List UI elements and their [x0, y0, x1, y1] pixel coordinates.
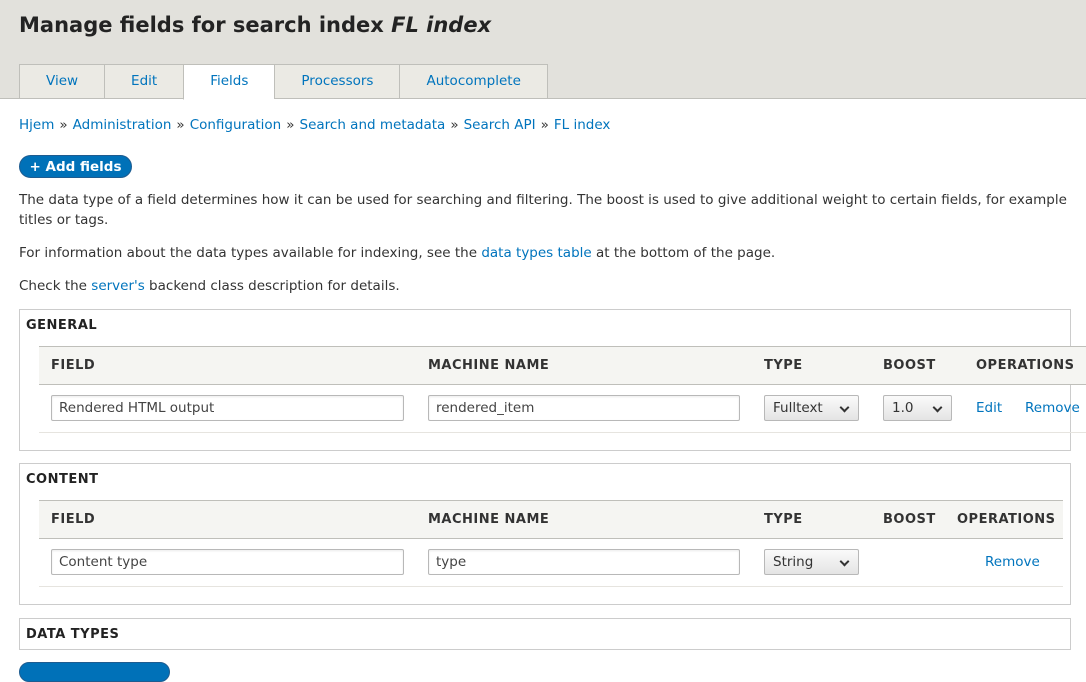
data-types-table-link[interactable]: data types table	[481, 245, 591, 261]
content-table-header: FIELD MACHINE NAME TYPE BOOST OPERATIONS	[39, 500, 1063, 539]
description-data-types-info: For information about the data types ava…	[19, 243, 775, 263]
breadcrumb-separator: »	[59, 117, 68, 133]
general-fieldset: GENERAL FIELD MACHINE NAME TYPE BOOST OP…	[19, 309, 1086, 451]
page-title-index-name: FL index	[391, 13, 492, 37]
tab-processors[interactable]: Processors	[274, 64, 400, 99]
page-title-prefix: Manage fields for search index	[19, 13, 392, 37]
primary-tabs: View Edit Fields Processors Autocomplete	[19, 64, 548, 100]
breadcrumb: Hjem» Administration» Configuration» Search…	[19, 117, 610, 133]
description-server-info: Check the server's backend class descrip…	[19, 276, 400, 296]
column-header-field: FIELD	[51, 512, 96, 527]
breadcrumb-link-search-and-metadata[interactable]: Search and metadata	[300, 117, 446, 133]
description-text: For information about the data types ava…	[19, 245, 482, 261]
data-types-legend: DATA TYPES	[26, 627, 120, 642]
breadcrumb-link-hjem[interactable]: Hjem	[19, 117, 54, 133]
chevron-down-icon	[932, 402, 943, 413]
page-header: Manage fields for search index FL index …	[0, 0, 1086, 100]
data-types-fieldset[interactable]: DATA TYPES	[19, 618, 1071, 650]
column-header-field: FIELD	[51, 358, 96, 373]
breadcrumb-link-fl-index[interactable]: FL index	[554, 117, 611, 133]
type-select-value: String	[773, 554, 814, 570]
tab-autocomplete[interactable]: Autocomplete	[399, 64, 548, 99]
column-header-type: TYPE	[764, 512, 803, 527]
tab-fields[interactable]: Fields	[183, 64, 275, 100]
save-changes-button[interactable]	[19, 662, 170, 682]
table-row: Content type type String Remove	[39, 539, 1063, 587]
machine-name-input[interactable]: type	[428, 549, 740, 575]
type-select[interactable]: Fulltext	[764, 395, 859, 421]
breadcrumb-link-search-api[interactable]: Search API	[464, 117, 536, 133]
breadcrumb-separator: »	[450, 117, 459, 133]
column-header-operations: OPERATIONS	[957, 512, 1056, 527]
general-legend: GENERAL	[26, 318, 98, 333]
breadcrumb-separator: »	[540, 117, 549, 133]
boost-select[interactable]: 1.0	[883, 395, 952, 421]
page-title: Manage fields for search index FL index	[19, 13, 491, 37]
column-header-boost: BOOST	[883, 358, 936, 373]
chevron-down-icon	[839, 556, 850, 567]
server-link[interactable]: server's	[91, 278, 144, 294]
column-header-type: TYPE	[764, 358, 803, 373]
description-data-type: The data type of a field determines how …	[19, 192, 1067, 228]
general-table-header: FIELD MACHINE NAME TYPE BOOST OPERATIONS	[39, 346, 1086, 385]
type-select[interactable]: String	[764, 549, 859, 575]
tab-edit[interactable]: Edit	[104, 64, 184, 99]
breadcrumb-link-administration[interactable]: Administration	[73, 117, 172, 133]
remove-link[interactable]: Remove	[1025, 400, 1080, 416]
field-label-input[interactable]: Rendered HTML output	[51, 395, 404, 421]
add-fields-button[interactable]: + Add fields	[19, 155, 132, 178]
field-label-input[interactable]: Content type	[51, 549, 404, 575]
remove-link[interactable]: Remove	[985, 554, 1040, 570]
tab-view[interactable]: View	[19, 64, 105, 99]
table-row: Rendered HTML output rendered_item Fullt…	[39, 385, 1086, 433]
boost-select-value: 1.0	[892, 400, 914, 416]
column-header-boost: BOOST	[883, 512, 936, 527]
content-fieldset: CONTENT FIELD MACHINE NAME TYPE BOOST OP…	[19, 463, 1071, 605]
column-header-machine-name: MACHINE NAME	[428, 512, 550, 527]
description-text: at the bottom of the page.	[591, 245, 776, 261]
description-text: backend class description for details.	[144, 278, 400, 294]
breadcrumb-separator: »	[176, 117, 185, 133]
machine-name-input[interactable]: rendered_item	[428, 395, 740, 421]
chevron-down-icon	[839, 402, 850, 413]
content-legend: CONTENT	[26, 472, 99, 487]
column-header-operations: OPERATIONS	[976, 358, 1075, 373]
description-text: Check the	[19, 278, 92, 294]
column-header-machine-name: MACHINE NAME	[428, 358, 550, 373]
breadcrumb-separator: »	[286, 117, 295, 133]
edit-link[interactable]: Edit	[976, 400, 1002, 416]
type-select-value: Fulltext	[773, 400, 823, 416]
breadcrumb-link-configuration[interactable]: Configuration	[190, 117, 282, 133]
